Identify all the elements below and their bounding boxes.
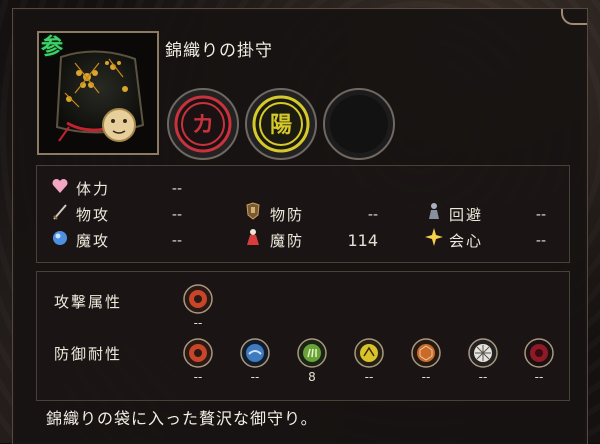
magic-robe-icon xyxy=(243,227,263,247)
slot-3-empty[interactable] xyxy=(323,88,395,160)
attack-attribute-label: 攻撃属性 xyxy=(54,293,123,311)
water-resist-value: -- xyxy=(250,370,260,384)
armor-icon xyxy=(243,201,263,221)
thunder-resist-value: -- xyxy=(364,370,374,384)
stat-tairyoku-label: 体力 xyxy=(76,180,111,198)
stat-kaishin-label: 会心 xyxy=(449,232,484,250)
sword-icon xyxy=(51,203,69,221)
light-resist-value: -- xyxy=(478,370,488,384)
light-resist-icon xyxy=(468,338,498,368)
wind-resist-value: 8 xyxy=(308,370,316,384)
stat-mabou-value: 114 xyxy=(347,231,378,250)
earth-resist-value: -- xyxy=(421,370,431,384)
stat-makou-label: 魔攻 xyxy=(76,232,111,250)
slot-2-glyph: 陽 xyxy=(270,113,292,138)
fire-resist-icon xyxy=(183,338,213,368)
stat-butsukou-value: -- xyxy=(171,207,182,223)
earth-resist-icon xyxy=(411,338,441,368)
heart-icon xyxy=(51,177,69,195)
stat-butsukou-label: 物攻 xyxy=(76,206,111,224)
evasion-icon xyxy=(424,201,444,221)
wind-resist-icon xyxy=(297,338,327,368)
corner-ornament xyxy=(561,9,587,25)
water-resist-icon xyxy=(240,338,270,368)
critical-spark-icon xyxy=(424,227,444,247)
fire-element-icon xyxy=(183,284,213,314)
stat-kaishin-value: -- xyxy=(535,233,546,249)
slot-1[interactable]: カ xyxy=(167,88,239,160)
stat-butsubou-value: -- xyxy=(367,207,378,223)
stat-tairyoku-value: -- xyxy=(171,181,182,197)
stat-kaihi-value: -- xyxy=(535,207,546,223)
thunder-resist-icon xyxy=(354,338,384,368)
stat-butsubou-label: 物防 xyxy=(270,206,305,224)
fire-resist-value: -- xyxy=(193,370,203,384)
attack-attribute-value: -- xyxy=(193,316,203,330)
rank-badge: 参 xyxy=(41,35,64,60)
stat-makou-value: -- xyxy=(171,233,182,249)
item-description: 錦織りの袋に入った贅沢な御守り。 xyxy=(46,409,318,428)
magic-orb-icon xyxy=(51,229,69,247)
stat-mabou-label: 魔防 xyxy=(270,232,305,250)
stat-kaihi-label: 回避 xyxy=(449,206,484,224)
dark-resist-value: -- xyxy=(534,370,544,384)
slot-2[interactable]: 陽 xyxy=(245,88,317,160)
item-name: 錦織りの掛守 xyxy=(165,41,273,61)
slot-1-glyph: カ xyxy=(192,113,214,138)
dark-resist-icon xyxy=(524,338,554,368)
defense-resist-label: 防御耐性 xyxy=(54,345,123,363)
item-image-frame: 参 xyxy=(37,31,159,155)
